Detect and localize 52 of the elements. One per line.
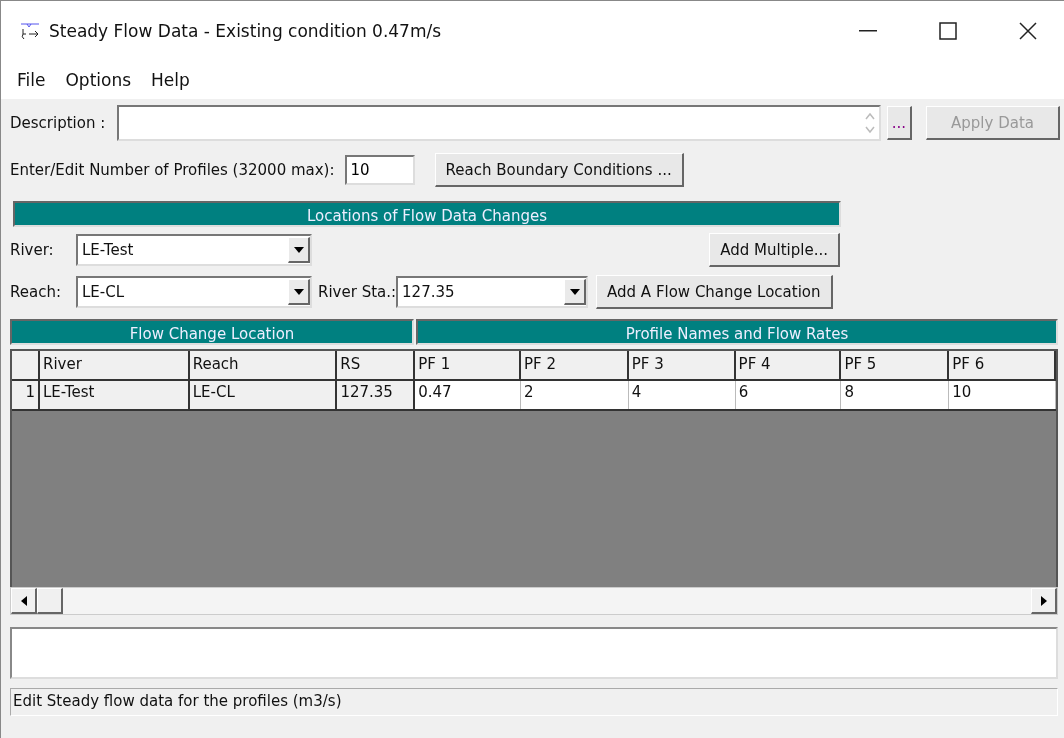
scroll-left-button[interactable] <box>11 588 37 614</box>
more-button[interactable]: ... <box>886 106 912 140</box>
left-arrow-icon <box>20 595 27 606</box>
column-header[interactable]: PF 5 <box>841 351 950 381</box>
table-cell[interactable]: 6 <box>735 381 842 409</box>
column-header[interactable]: PF 4 <box>735 351 842 381</box>
table-cell[interactable]: 4 <box>628 381 736 409</box>
minimize-icon[interactable] <box>859 30 877 32</box>
column-group-header: Profile Names and Flow Rates <box>416 319 1058 345</box>
profiles-field[interactable]: 10 <box>344 155 415 185</box>
add-flow-change-button[interactable]: Add A Flow Change Location <box>596 275 833 309</box>
status-bar: Edit Steady flow data for the profiles (m3/s) <box>10 688 1058 716</box>
notes-field[interactable] <box>10 627 1058 679</box>
description-field[interactable] <box>117 105 881 141</box>
description-label: Description : <box>10 114 106 132</box>
profiles-label: Enter/Edit Number of Profiles (32000 max): <box>10 161 335 179</box>
dropdown-arrow-icon <box>293 288 304 295</box>
column-header[interactable]: Reach <box>189 351 338 381</box>
menu-item[interactable]: File <box>9 68 54 92</box>
column-header[interactable]: PF 1 <box>415 351 521 381</box>
column-group-header: Flow Change Location <box>10 319 414 345</box>
table-cell[interactable]: 0.47 <box>415 381 522 409</box>
column-header[interactable]: PF 3 <box>628 351 736 381</box>
right-arrow-icon <box>1040 595 1047 606</box>
add-multiple-button[interactable]: Add Multiple... <box>709 233 840 267</box>
river-station-dropdown[interactable]: 127.35 <box>396 276 589 308</box>
river-dropdown[interactable]: LE-Test <box>76 234 312 266</box>
column-header[interactable]: River <box>39 351 190 381</box>
reach-dropdown[interactable]: LE-CL <box>76 276 312 308</box>
close-icon[interactable] <box>1019 22 1037 40</box>
river-label: River: <box>10 241 55 259</box>
column-header[interactable]: PF 6 <box>949 351 1056 381</box>
window-title: Steady Flow Data - Existing condition 0.47m/s <box>49 21 443 41</box>
section-header: Locations of Flow Data Changes <box>13 201 841 227</box>
table-cell[interactable]: 10 <box>949 381 1056 409</box>
column-header[interactable]: RS <box>337 351 416 381</box>
scroll-right-button[interactable] <box>1031 588 1057 614</box>
table-cell[interactable]: 8 <box>841 381 950 409</box>
menu-item[interactable]: Help <box>143 68 198 92</box>
column-header[interactable]: PF 2 <box>521 351 629 381</box>
maximize-icon[interactable] <box>939 22 957 40</box>
horizontal-scrollbar[interactable] <box>10 587 1058 615</box>
river-station-label: River Sta.: <box>318 283 397 301</box>
boundary-conditions-button[interactable]: Reach Boundary Conditions ... <box>434 153 684 187</box>
table-cell[interactable]: 2 <box>521 381 629 409</box>
reach-label: Reach: <box>10 283 62 301</box>
app-icon <box>19 21 41 41</box>
scroll-thumb[interactable] <box>37 588 63 614</box>
dropdown-arrow-icon <box>293 246 304 253</box>
dropdown-arrow-icon <box>569 288 580 295</box>
menu-item[interactable]: Options <box>57 68 140 92</box>
corner-header <box>12 351 40 381</box>
